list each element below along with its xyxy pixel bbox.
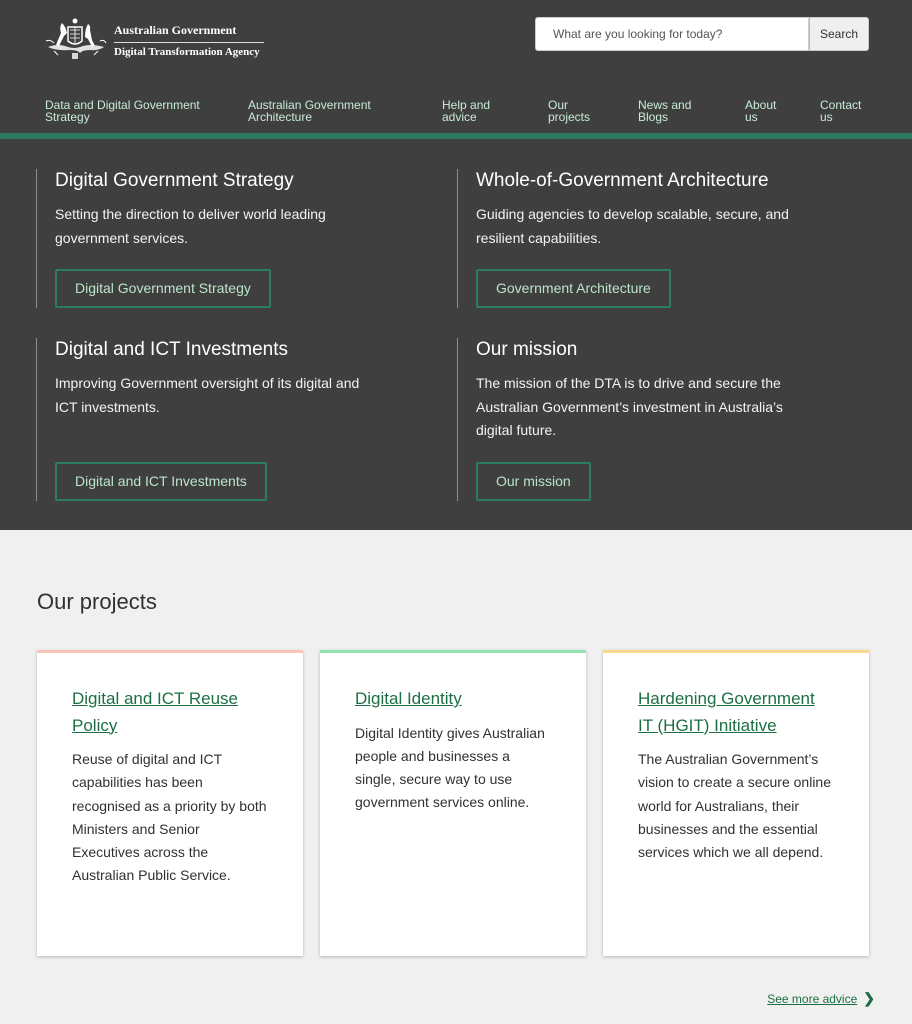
card-accent-bar (37, 650, 303, 653)
nav-item-government-architecture[interactable]: Australian Government Architecture (248, 99, 388, 123)
feature-title: Digital and ICT Investments (55, 339, 289, 360)
project-card-description: Digital Identity gives Australian people… (355, 724, 545, 811)
feature-section: Digital Government Strategy Setting the … (0, 139, 912, 530)
project-card-description: Reuse of digital and ICT capabilities ha… (72, 751, 267, 884)
project-card-reuse-policy: Digital and ICT Reuse Policy Reuse of di… (37, 650, 303, 956)
feature-description: Improving Government oversight of its di… (55, 375, 360, 415)
projects-heading: Our projects (37, 589, 157, 614)
feature-title: Our mission (476, 339, 578, 360)
feature-description: The mission of the DTA is to drive and s… (476, 375, 783, 438)
search-form: Search (535, 17, 869, 51)
feature-title: Whole-of-Government Architecture (476, 170, 769, 191)
project-card-description: The Australian Government’s vision to cr… (638, 751, 831, 861)
project-card-title-link[interactable]: Hardening Government IT (HGIT) Initiativ… (638, 686, 834, 739)
our-mission-button[interactable]: Our mission (476, 462, 591, 501)
government-architecture-button[interactable]: Government Architecture (476, 269, 671, 308)
digital-ict-investments-button[interactable]: Digital and ICT Investments (55, 462, 267, 501)
project-card-hgit: Hardening Government IT (HGIT) Initiativ… (603, 650, 869, 956)
site-header: Australian Government Digital Transforma… (0, 0, 912, 133)
projects-section: Our projects Digital and ICT Reuse Polic… (0, 530, 912, 1024)
project-card-title-link[interactable]: Digital and ICT Reuse Policy (72, 686, 268, 739)
feature-description: Guiding agencies to develop scalable, se… (476, 206, 789, 246)
nav-item-help-advice[interactable]: Help and advice (442, 99, 502, 123)
feature-title: Digital Government Strategy (55, 170, 294, 191)
logo-line-agency: Digital Transformation Agency (114, 45, 260, 58)
feature-our-mission: Our mission The mission of the DTA is to… (457, 338, 806, 501)
project-card-title-link[interactable]: Digital Identity (355, 686, 551, 713)
feature-digital-ict-investments: Digital and ICT Investments Improving Go… (36, 338, 385, 501)
card-accent-bar (320, 650, 586, 653)
nav-item-our-projects[interactable]: Our projects (548, 99, 603, 123)
project-card-digital-identity: Digital Identity Digital Identity gives … (320, 650, 586, 956)
see-more-advice: See more advice ❯ (767, 990, 875, 1007)
search-button[interactable]: Search (809, 17, 869, 51)
nav-item-contact-us[interactable]: Contact us (820, 99, 870, 123)
coat-of-arms-icon (45, 18, 107, 59)
feature-whole-of-government-architecture: Whole-of-Government Architecture Guiding… (457, 169, 806, 308)
logo-line-government: Australian Government (114, 23, 264, 43)
nav-item-news-blogs[interactable]: News and Blogs (638, 99, 703, 123)
feature-description: Setting the direction to deliver world l… (55, 206, 326, 246)
see-more-advice-link[interactable]: See more advice (767, 992, 857, 1006)
search-input[interactable] (535, 17, 809, 51)
dta-logo[interactable]: Australian Government Digital Transforma… (44, 17, 264, 63)
nav-item-about-us[interactable]: About us (745, 99, 787, 123)
digital-government-strategy-button[interactable]: Digital Government Strategy (55, 269, 271, 308)
main-nav: Data and Digital Government Strategy Aus… (0, 99, 912, 127)
chevron-right-icon[interactable]: ❯ (863, 990, 875, 1007)
logo-text: Australian Government Digital Transforma… (114, 23, 264, 58)
card-accent-bar (603, 650, 869, 653)
nav-item-data-digital-strategy[interactable]: Data and Digital Government Strategy (45, 99, 215, 123)
feature-digital-government-strategy: Digital Government Strategy Setting the … (36, 169, 385, 308)
